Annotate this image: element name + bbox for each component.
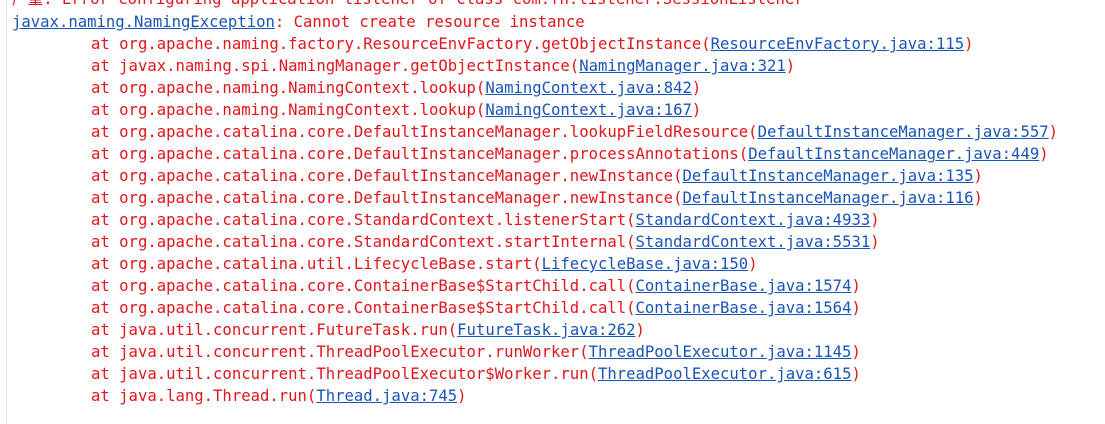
stack-frame-close-paren: )	[851, 277, 861, 295]
stack-frame-method: at org.apache.catalina.core.StandardCont…	[91, 211, 636, 229]
stack-frame-close-paren: )	[785, 57, 796, 75]
stack-frame-close-paren: )	[1039, 145, 1049, 163]
stack-frame-close-paren: )	[870, 233, 880, 251]
stack-frame-close-paren: )	[870, 211, 880, 229]
stack-frame-close-paren: )	[851, 299, 861, 317]
stack-trace-line: at org.apache.catalina.core.DefaultInsta…	[91, 143, 1049, 165]
stack-trace-line: at org.apache.catalina.core.ContainerBas…	[91, 297, 861, 319]
source-file-link[interactable]: NamingContext.java:167	[485, 101, 692, 119]
source-file-link[interactable]: Thread.java:745	[316, 387, 457, 405]
stack-trace-line: at org.apache.naming.factory.ResourceEnv…	[91, 33, 974, 55]
stack-frame-method: at java.lang.Thread.run(	[91, 387, 317, 405]
stack-frame-method: at org.apache.catalina.core.DefaultInsta…	[91, 145, 749, 163]
stack-trace-line: at org.apache.catalina.core.DefaultInsta…	[91, 121, 1058, 143]
stack-frame-method: at org.apache.catalina.core.ContainerBas…	[91, 299, 636, 317]
exception-line: javax.naming.NamingException: Cannot cre…	[12, 11, 585, 33]
stack-frame-close-paren: )	[851, 365, 861, 383]
stack-frame-close-paren: )	[691, 101, 702, 119]
stack-frame-method: at org.apache.catalina.core.StandardCont…	[91, 233, 636, 251]
stack-frame-method: at org.apache.catalina.util.LifecycleBas…	[91, 255, 542, 273]
stack-frame-method: at org.apache.catalina.core.DefaultInsta…	[91, 123, 758, 141]
stack-frame-method: at org.apache.naming.factory.ResourceEnv…	[91, 35, 711, 53]
source-file-link[interactable]: ContainerBase.java:1574	[636, 277, 852, 295]
stack-frame-method: at java.util.concurrent.ThreadPoolExecut…	[91, 365, 598, 383]
stack-trace-line: at org.apache.naming.NamingContext.looku…	[91, 77, 701, 99]
source-file-link[interactable]: StandardContext.java:5531	[636, 233, 871, 251]
stack-frame-method: at org.apache.catalina.core.ContainerBas…	[91, 277, 636, 295]
stack-trace-line: at org.apache.catalina.core.DefaultInsta…	[91, 165, 983, 187]
stack-trace-line: at javax.naming.spi.NamingManager.getObj…	[91, 55, 795, 77]
source-file-link[interactable]: NamingContext.java:842	[485, 79, 692, 97]
source-file-link[interactable]: ResourceEnvFactory.java:115	[711, 35, 964, 53]
source-file-link[interactable]: DefaultInstanceManager.java:135	[682, 167, 973, 185]
source-file-link[interactable]: ContainerBase.java:1564	[636, 299, 852, 317]
exception-message: : Cannot create resource instance	[274, 13, 585, 31]
source-file-link[interactable]: ThreadPoolExecutor.java:615	[598, 365, 851, 383]
stack-frame-close-paren: )	[1048, 123, 1059, 141]
stack-frame-method: at org.apache.naming.NamingContext.looku…	[91, 79, 486, 97]
stack-frame-close-paren: )	[851, 343, 861, 361]
stack-trace-line: at java.util.concurrent.ThreadPoolExecut…	[91, 363, 861, 385]
source-file-link[interactable]: DefaultInstanceManager.java:116	[682, 189, 973, 207]
exception-class-link[interactable]: javax.naming.NamingException	[12, 13, 275, 31]
stack-trace-line: at org.apache.catalina.util.LifecycleBas…	[91, 253, 758, 275]
stack-trace-line: at org.apache.catalina.core.StandardCont…	[91, 231, 880, 253]
stack-trace-line: at org.apache.catalina.core.DefaultInsta…	[91, 187, 983, 209]
source-file-link[interactable]: NamingManager.java:321	[579, 57, 786, 75]
stack-frame-method: at java.util.concurrent.FutureTask.run(	[91, 321, 458, 339]
stack-trace-line: at java.lang.Thread.run(Thread.java:745)	[91, 385, 467, 407]
stack-frame-close-paren: )	[457, 387, 467, 405]
stack-frame-method: at org.apache.catalina.core.DefaultInsta…	[91, 167, 683, 185]
log-header-line: 严重: Error configuring application listen…	[12, 0, 804, 10]
console-output: 严重: Error configuring application listen…	[0, 0, 1105, 424]
stack-frame-close-paren: )	[691, 79, 702, 97]
stack-frame-close-paren: )	[635, 321, 645, 339]
stack-frame-method: at org.apache.naming.NamingContext.looku…	[91, 101, 486, 119]
stack-trace-line: at org.apache.naming.NamingContext.looku…	[91, 99, 701, 121]
console-gutter	[0, 0, 7, 424]
stack-frame-close-paren: )	[973, 167, 983, 185]
stack-frame-method: at java.util.concurrent.ThreadPoolExecut…	[91, 343, 589, 361]
source-file-link[interactable]: ThreadPoolExecutor.java:1145	[589, 343, 852, 361]
stack-frame-method: at javax.naming.spi.NamingManager.getObj…	[91, 57, 580, 75]
source-file-link[interactable]: LifecycleBase.java:150	[542, 255, 749, 273]
stack-frame-close-paren: )	[748, 255, 758, 273]
source-file-link[interactable]: FutureTask.java:262	[457, 321, 635, 339]
source-file-link[interactable]: DefaultInstanceManager.java:449	[748, 145, 1039, 163]
stack-trace-line: at java.util.concurrent.FutureTask.run(F…	[91, 319, 645, 341]
source-file-link[interactable]: StandardContext.java:4933	[636, 211, 871, 229]
stack-trace-line: at java.util.concurrent.ThreadPoolExecut…	[91, 341, 861, 363]
stack-trace-line: at org.apache.catalina.core.ContainerBas…	[91, 275, 861, 297]
stack-frame-method: at org.apache.catalina.core.DefaultInsta…	[91, 189, 683, 207]
source-file-link[interactable]: DefaultInstanceManager.java:557	[758, 123, 1049, 141]
stack-frame-close-paren: )	[964, 35, 974, 53]
stack-trace-line: at org.apache.catalina.core.StandardCont…	[91, 209, 880, 231]
stack-frame-close-paren: )	[973, 189, 983, 207]
